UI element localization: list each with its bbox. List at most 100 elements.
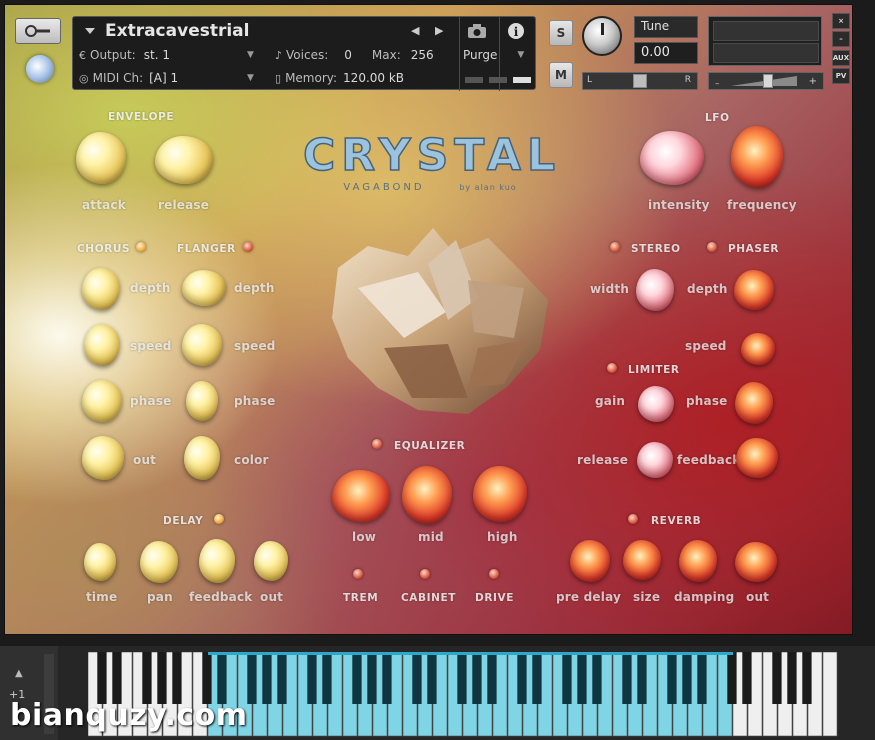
- max-voices-value[interactable]: 256: [411, 48, 434, 62]
- black-key[interactable]: [742, 652, 752, 704]
- solo-button[interactable]: S: [549, 20, 573, 46]
- black-key[interactable]: [787, 652, 797, 704]
- limiter-gain-knob[interactable]: [638, 386, 674, 422]
- black-key[interactable]: [697, 652, 707, 704]
- wrench-tool-button[interactable]: [15, 18, 61, 44]
- delay-time-knob[interactable]: [84, 543, 116, 581]
- black-key[interactable]: [322, 652, 332, 704]
- black-key[interactable]: [427, 652, 437, 704]
- purge-dropdown-icon[interactable]: ▼: [517, 50, 524, 60]
- next-instrument-icon[interactable]: ▶: [435, 24, 443, 37]
- lfo-intensity-knob[interactable]: [640, 131, 704, 185]
- reverb-size-knob[interactable]: [623, 540, 661, 580]
- reverb-toggle-led[interactable]: [628, 514, 638, 524]
- phaser-depth-knob[interactable]: [734, 270, 774, 310]
- black-key[interactable]: [352, 652, 362, 704]
- chorus-speed-knob[interactable]: [84, 324, 120, 366]
- trem-toggle-led[interactable]: [353, 569, 363, 579]
- info-icon[interactable]: i: [507, 22, 525, 40]
- black-key[interactable]: [802, 652, 812, 704]
- instrument-name[interactable]: Extracavestrial: [105, 21, 249, 41]
- pv-button[interactable]: PV: [832, 68, 850, 84]
- black-key[interactable]: [382, 652, 392, 704]
- instrument-logo-icon[interactable]: [26, 55, 54, 83]
- black-key[interactable]: [217, 652, 227, 704]
- mute-button[interactable]: M: [549, 62, 573, 88]
- cabinet-toggle-led[interactable]: [420, 569, 430, 579]
- white-key[interactable]: [822, 652, 838, 737]
- chorus-depth-knob[interactable]: [82, 268, 120, 310]
- phaser-speed-knob[interactable]: [741, 333, 775, 365]
- eq-low-knob[interactable]: [332, 470, 390, 522]
- black-key[interactable]: [142, 652, 152, 704]
- tune-value[interactable]: 0.00: [634, 42, 698, 64]
- chorus-out-knob[interactable]: [82, 436, 124, 480]
- black-key[interactable]: [112, 652, 122, 704]
- tune-knob[interactable]: [582, 16, 622, 56]
- close-button[interactable]: ×: [832, 13, 850, 29]
- output-value[interactable]: st. 1: [144, 48, 170, 62]
- volume-slider[interactable]: – +: [708, 72, 824, 90]
- limiter-toggle-led[interactable]: [607, 363, 617, 373]
- black-key[interactable]: [592, 652, 602, 704]
- black-key[interactable]: [487, 652, 497, 704]
- black-key[interactable]: [412, 652, 422, 704]
- black-key[interactable]: [262, 652, 272, 704]
- output-dropdown-icon[interactable]: ▼: [247, 50, 254, 60]
- delay-out-knob[interactable]: [254, 541, 288, 581]
- flanger-color-knob[interactable]: [184, 436, 220, 480]
- purge-menu[interactable]: Purge: [463, 48, 497, 62]
- prev-instrument-icon[interactable]: ◀: [411, 24, 419, 37]
- reverb-out-knob[interactable]: [735, 542, 777, 582]
- delay-feedback-knob[interactable]: [199, 539, 235, 583]
- black-key[interactable]: [367, 652, 377, 704]
- black-key[interactable]: [157, 652, 167, 704]
- pan-slider[interactable]: L R: [582, 72, 698, 90]
- reverb-damping-knob[interactable]: [679, 540, 717, 582]
- black-key[interactable]: [247, 652, 257, 704]
- black-key[interactable]: [277, 652, 287, 704]
- chorus-toggle-led[interactable]: [136, 242, 146, 252]
- black-key[interactable]: [517, 652, 527, 704]
- black-key[interactable]: [637, 652, 647, 704]
- midi-dropdown-icon[interactable]: ▼: [247, 73, 254, 83]
- octave-up-icon[interactable]: ▲: [15, 668, 23, 679]
- black-key[interactable]: [577, 652, 587, 704]
- limiter-feedback-knob[interactable]: [736, 438, 778, 478]
- flanger-depth-knob[interactable]: [182, 270, 226, 306]
- flanger-toggle-led[interactable]: [243, 242, 253, 252]
- midi-channel-value[interactable]: [A] 1: [149, 71, 178, 85]
- black-key[interactable]: [532, 652, 542, 704]
- black-key[interactable]: [772, 652, 782, 704]
- minimize-button[interactable]: –: [832, 31, 850, 47]
- lfo-frequency-knob[interactable]: [731, 126, 783, 188]
- delay-toggle-led[interactable]: [214, 514, 224, 524]
- black-key[interactable]: [682, 652, 692, 704]
- reverb-pre-delay-knob[interactable]: [570, 540, 610, 582]
- limiter-phase-knob[interactable]: [735, 382, 773, 424]
- attack-knob[interactable]: [76, 132, 126, 184]
- black-key[interactable]: [622, 652, 632, 704]
- black-key[interactable]: [202, 652, 212, 704]
- aux-button[interactable]: AUX: [832, 50, 850, 66]
- flanger-phase-knob[interactable]: [186, 381, 218, 421]
- stereo-toggle-led[interactable]: [610, 242, 620, 252]
- instrument-menu-chevron-icon[interactable]: [85, 28, 95, 34]
- eq-mid-knob[interactable]: [402, 466, 452, 524]
- volume-handle[interactable]: [763, 74, 773, 88]
- drive-toggle-led[interactable]: [489, 569, 499, 579]
- delay-pan-knob[interactable]: [140, 541, 178, 583]
- phaser-toggle-led[interactable]: [707, 242, 717, 252]
- black-key[interactable]: [307, 652, 317, 704]
- pan-handle[interactable]: [633, 74, 647, 88]
- release-knob[interactable]: [155, 136, 213, 184]
- black-key[interactable]: [172, 652, 182, 704]
- black-key[interactable]: [562, 652, 572, 704]
- equalizer-toggle-led[interactable]: [372, 439, 382, 449]
- black-key[interactable]: [97, 652, 107, 704]
- limiter-release-knob[interactable]: [637, 442, 673, 478]
- black-key[interactable]: [472, 652, 482, 704]
- eq-high-knob[interactable]: [473, 466, 527, 522]
- black-key[interactable]: [457, 652, 467, 704]
- chorus-phase-knob[interactable]: [82, 380, 122, 422]
